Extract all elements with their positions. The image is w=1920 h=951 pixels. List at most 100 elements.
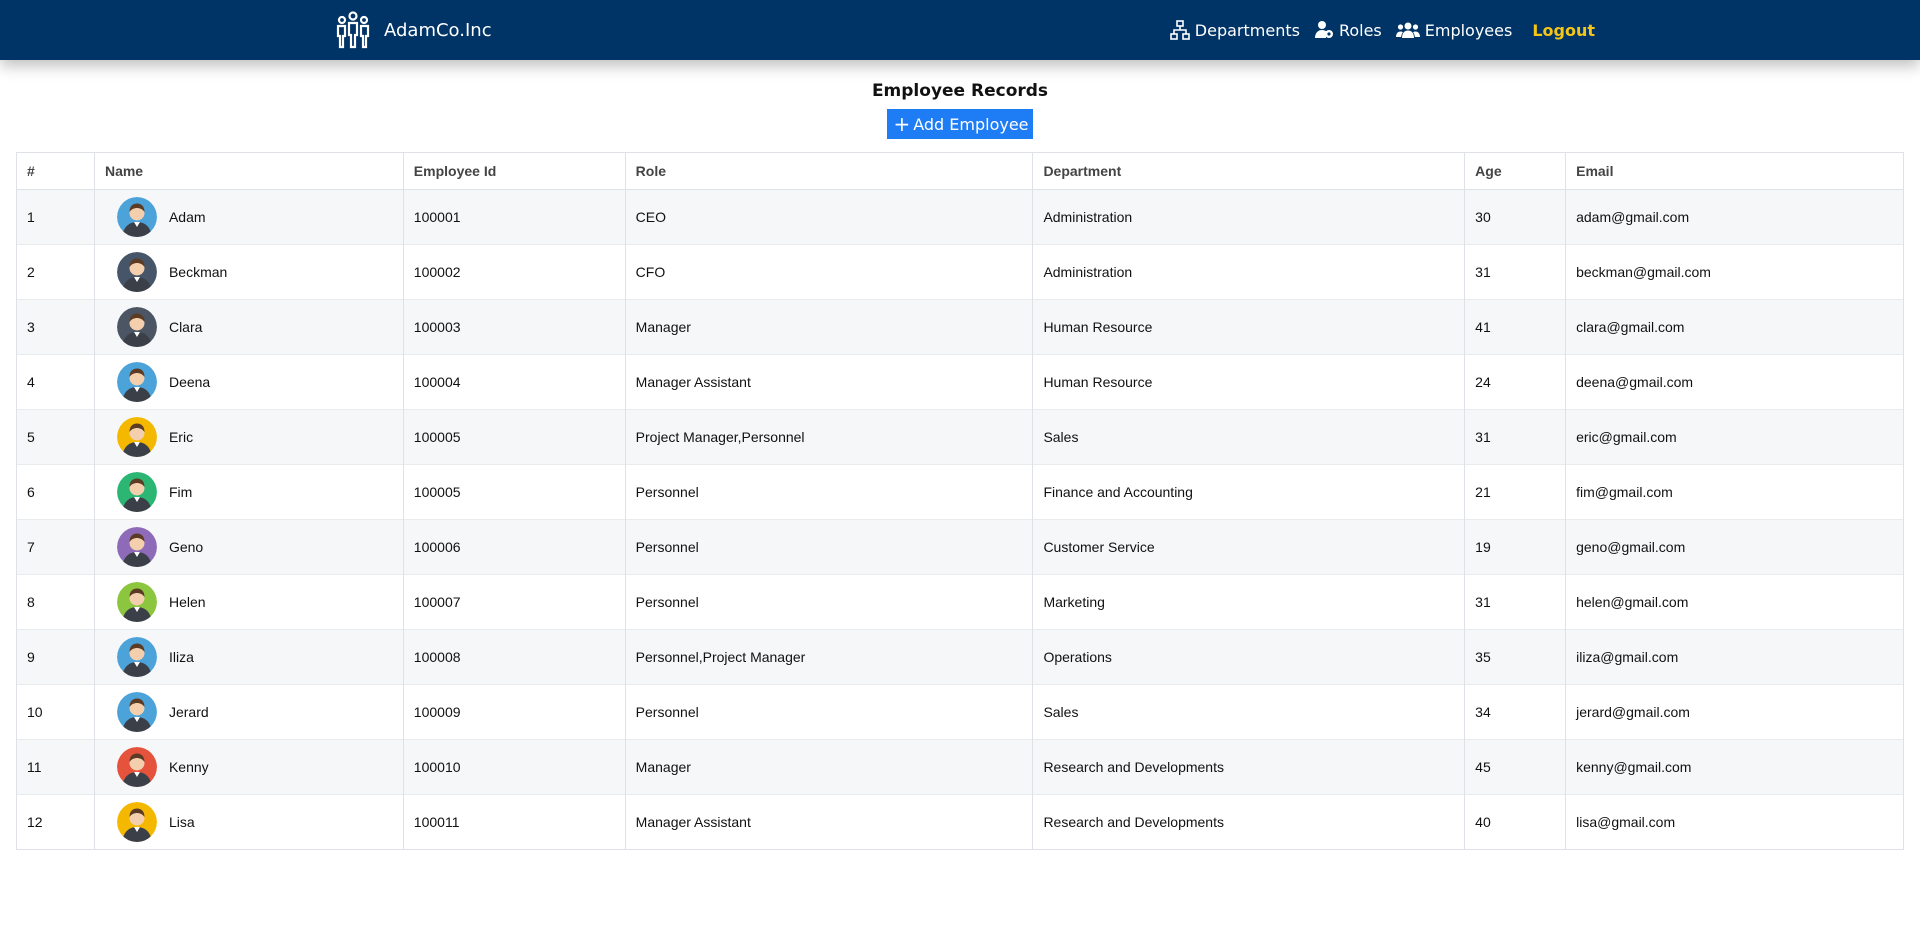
avatar — [116, 802, 157, 842]
cell-role: Personnel — [624, 684, 1034, 740]
nav-roles-label: Roles — [1338, 20, 1382, 40]
cell-name: Iliza — [93, 629, 404, 685]
cell-index: 5 — [16, 409, 95, 465]
table-row[interactable]: 12 Lisa 100011 Manager Assistant Research an… — [16, 794, 1904, 850]
header-name[interactable]: Name — [93, 152, 404, 190]
cell-employee-id: 100010 — [402, 739, 626, 795]
cell-role: Personnel — [624, 464, 1034, 520]
brand[interactable]: AdamCo.Inc — [336, 0, 492, 60]
add-employee-label: Add Employee — [913, 114, 1029, 134]
cell-index: 4 — [16, 354, 95, 410]
header-department[interactable]: Department — [1032, 152, 1466, 190]
cell-employee-id: 100009 — [402, 684, 626, 740]
avatar — [116, 362, 157, 402]
employee-name: Kenny — [168, 759, 209, 775]
cell-department: Human Resource — [1032, 354, 1466, 410]
cell-employee-id: 100006 — [402, 519, 626, 575]
cell-index: 2 — [16, 244, 95, 300]
nav-employees[interactable]: Employees — [1395, 20, 1513, 40]
cell-email: jerard@gmail.com — [1565, 684, 1904, 740]
nav-departments[interactable]: Departments — [1169, 20, 1300, 40]
nav-roles[interactable]: Roles — [1314, 20, 1382, 40]
add-employee-button[interactable]: + Add Employee — [887, 109, 1033, 139]
table-row[interactable]: 2 Beckman 100002 CFO Administration 31 beckman… — [16, 244, 1904, 300]
employee-name: Clara — [168, 319, 203, 335]
cell-email: fim@gmail.com — [1565, 464, 1904, 520]
cell-index: 6 — [16, 464, 95, 520]
header-index[interactable]: # — [16, 152, 95, 190]
cell-index: 8 — [16, 574, 95, 630]
cell-index: 1 — [16, 189, 95, 245]
cell-index: 9 — [16, 629, 95, 685]
header-role[interactable]: Role — [624, 152, 1034, 190]
cell-role: Personnel — [624, 574, 1034, 630]
table-row[interactable]: 3 Clara 100003 Manager Human Resource 41 clara… — [16, 299, 1904, 355]
cell-email: lisa@gmail.com — [1565, 794, 1904, 850]
avatar — [116, 692, 157, 732]
nav-departments-label: Departments — [1194, 20, 1300, 40]
cell-employee-id: 100005 — [402, 409, 626, 465]
cell-name: Jerard — [93, 684, 404, 740]
table-row[interactable]: 8 Helen 100007 Personnel Marketing 31 helen@gm… — [16, 574, 1904, 630]
table-header-row: # Name Employee Id Role Department Age E… — [16, 152, 1904, 190]
employee-name: Geno — [168, 539, 204, 555]
header-age[interactable]: Age — [1464, 152, 1567, 190]
employee-name: Fim — [168, 484, 193, 500]
cell-email: helen@gmail.com — [1565, 574, 1904, 630]
cell-role: Manager Assistant — [624, 794, 1034, 850]
plus-icon: + — [893, 112, 911, 136]
table-row[interactable]: 9 Iliza 100008 Personnel,Project Manager Ope… — [16, 629, 1904, 685]
avatar — [116, 747, 157, 787]
main-nav: Departments Roles Employees Logout — [1169, 0, 1595, 60]
cell-age: 31 — [1464, 409, 1567, 465]
cell-role: CEO — [624, 189, 1034, 245]
cell-employee-id: 100004 — [402, 354, 626, 410]
cell-age: 24 — [1464, 354, 1567, 410]
cell-name: Fim — [93, 464, 404, 520]
cell-department: Human Resource — [1032, 299, 1466, 355]
cell-name: Deena — [93, 354, 404, 410]
employee-name: Jerard — [168, 704, 209, 720]
cell-department: Research and Developments — [1032, 794, 1466, 850]
brand-name: AdamCo.Inc — [384, 19, 492, 41]
cell-email: beckman@gmail.com — [1565, 244, 1904, 300]
cell-role: Manager — [624, 299, 1034, 355]
cell-name: Adam — [93, 189, 404, 245]
table-row[interactable]: 7 Geno 100006 Personnel Customer Service 19 ge… — [16, 519, 1904, 575]
table-row[interactable]: 1 Adam 100001 CEO Administration 30 adam@gmail… — [16, 189, 1904, 245]
avatar — [116, 307, 157, 347]
cell-role: Project Manager,Personnel — [624, 409, 1034, 465]
table-row[interactable]: 10 Jerard 100009 Personnel Sales 34 jerard@gma… — [16, 684, 1904, 740]
nav-employees-label: Employees — [1424, 20, 1513, 40]
cell-department: Finance and Accounting — [1032, 464, 1466, 520]
cell-email: eric@gmail.com — [1565, 409, 1904, 465]
cell-age: 31 — [1464, 574, 1567, 630]
table-row[interactable]: 4 Deena 100004 Manager Assistant Human Resou… — [16, 354, 1904, 410]
header-email[interactable]: Email — [1565, 152, 1904, 190]
cell-age: 31 — [1464, 244, 1567, 300]
sitemap-icon — [1169, 20, 1190, 40]
table-row[interactable]: 5 Eric 100005 Project Manager,Personnel Sale… — [16, 409, 1904, 465]
cell-email: kenny@gmail.com — [1565, 739, 1904, 795]
cell-age: 35 — [1464, 629, 1567, 685]
cell-department: Marketing — [1032, 574, 1466, 630]
cell-email: adam@gmail.com — [1565, 189, 1904, 245]
cell-name: Helen — [93, 574, 404, 630]
cell-email: clara@gmail.com — [1565, 299, 1904, 355]
cell-age: 40 — [1464, 794, 1567, 850]
employee-name: Beckman — [168, 264, 228, 280]
employee-name: Adam — [168, 209, 206, 225]
cell-role: Personnel,Project Manager — [624, 629, 1034, 685]
cell-role: Manager — [624, 739, 1034, 795]
header-employee-id[interactable]: Employee Id — [402, 152, 626, 190]
table-row[interactable]: 6 Fim 100005 Personnel Finance and Accountin… — [16, 464, 1904, 520]
cell-index: 11 — [16, 739, 95, 795]
users-icon — [1395, 22, 1420, 38]
table-row[interactable]: 11 Kenny 100010 Manager Research and Develop… — [16, 739, 1904, 795]
cell-index: 7 — [16, 519, 95, 575]
cell-department: Customer Service — [1032, 519, 1466, 575]
logout-link[interactable]: Logout — [1532, 21, 1595, 40]
cell-employee-id: 100008 — [402, 629, 626, 685]
cell-index: 10 — [16, 684, 95, 740]
employee-name: Deena — [168, 374, 211, 390]
